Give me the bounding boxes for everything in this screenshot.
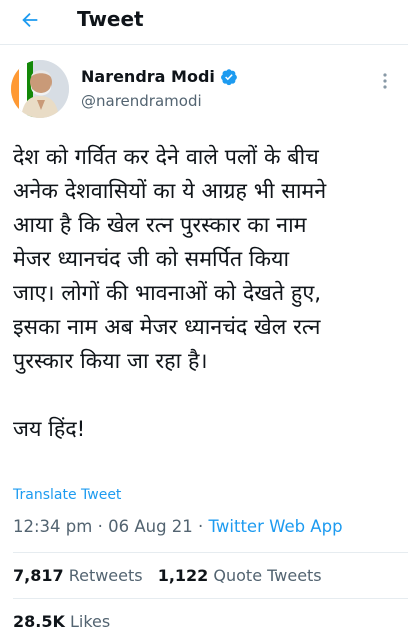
retweets-count: 7,817 — [13, 566, 64, 585]
translate-tweet-link[interactable]: Translate Tweet — [13, 487, 121, 503]
quotes-count: 1,122 — [157, 566, 209, 585]
tweet-source-link[interactable]: Twitter Web App — [209, 517, 343, 536]
more-options-button[interactable] — [378, 71, 392, 91]
separator: · — [198, 517, 204, 536]
tweet-time[interactable]: 12:34 pm — [13, 517, 92, 536]
author-name[interactable]: Narendra Modi — [81, 67, 215, 86]
top-bar: Tweet — [0, 0, 408, 40]
tweet-author: Narendra Modi @narendramodi — [0, 45, 408, 121]
tweet-text: देश को गर्वित कर देने वाले पलों के बीच अ… — [13, 145, 327, 442]
tweet-timestamp-row: 12:34 pm · 06 Aug 21 · Twitter Web App — [13, 517, 343, 536]
quotes-label: Quote Tweets — [213, 566, 322, 585]
avatar-image — [11, 60, 69, 118]
back-arrow-icon — [22, 12, 38, 28]
divider — [13, 598, 408, 599]
separator: · — [97, 517, 103, 536]
back-button[interactable] — [18, 8, 42, 32]
likes-label: Likes — [69, 612, 111, 631]
likes-stat[interactable]: 28.5K Likes — [13, 612, 110, 631]
quote-tweets-stat[interactable]: 1,122 Quote Tweets — [158, 566, 322, 585]
page-title: Tweet — [77, 7, 144, 31]
verified-badge-icon — [220, 68, 238, 86]
more-options-icon — [383, 73, 387, 89]
author-name-row: Narendra Modi — [81, 67, 238, 86]
tweet-date[interactable]: 06 Aug 21 — [108, 517, 193, 536]
tweet-stats-row: 7,817 Retweets 1,122 Quote Tweets — [13, 566, 322, 585]
likes-count: 28.5K — [13, 612, 65, 631]
retweets-label: Retweets — [68, 566, 143, 585]
avatar[interactable] — [11, 60, 69, 118]
retweets-stat[interactable]: 7,817 Retweets — [13, 566, 143, 585]
author-handle[interactable]: @narendramodi — [81, 92, 202, 110]
divider — [13, 552, 408, 553]
